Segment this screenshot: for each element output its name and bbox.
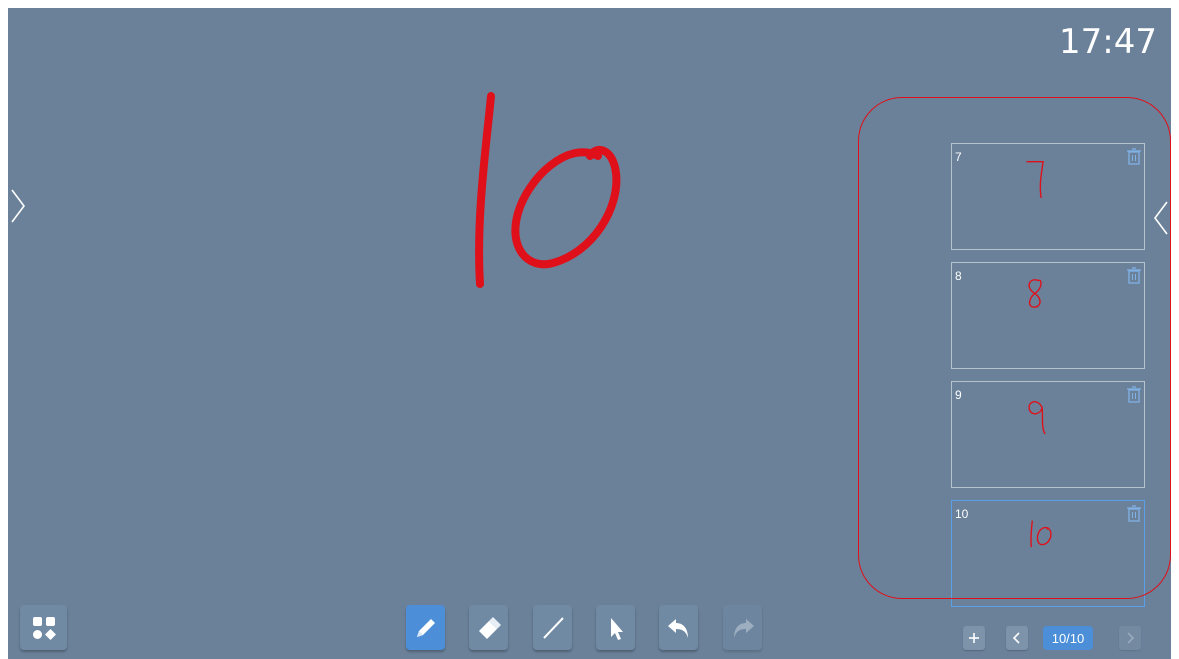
thumbnail-ink	[1030, 520, 1052, 548]
eraser-icon	[478, 616, 501, 639]
whiteboard-screen[interactable]: 17:47 7 8 9 10 10/10	[8, 8, 1171, 659]
apps-menu-button[interactable]	[20, 605, 67, 650]
page-thumbnail-7[interactable]: 7	[951, 143, 1145, 250]
eraser-tool-button[interactable]	[469, 605, 508, 650]
redo-button[interactable]	[723, 605, 762, 650]
collapse-right-panel-arrow-icon[interactable]	[1149, 198, 1171, 238]
line-icon	[542, 616, 564, 639]
thumbnail-ink	[1026, 160, 1044, 199]
expand-left-panel-arrow-icon[interactable]	[8, 186, 30, 226]
next-page-button[interactable]	[1119, 626, 1141, 650]
page-thumbnail-9[interactable]: 9	[951, 381, 1145, 488]
clock-time: 17:47	[1059, 22, 1157, 62]
delete-page-trash-icon[interactable]	[1126, 504, 1142, 522]
chevron-left-icon	[1012, 632, 1020, 644]
plus-icon	[969, 633, 979, 643]
page-thumbnail-8[interactable]: 8	[951, 262, 1145, 369]
previous-page-button[interactable]	[1006, 626, 1028, 650]
thumbnail-ink	[1028, 279, 1042, 308]
delete-page-trash-icon[interactable]	[1126, 385, 1142, 403]
select-tool-button[interactable]	[596, 605, 635, 650]
page-indicator: 10/10	[1043, 626, 1093, 650]
thumbnail-ink	[1028, 401, 1046, 435]
apps-grid-icon	[32, 616, 56, 640]
redo-icon	[733, 618, 754, 638]
page-thumbnail-10[interactable]: 10	[951, 500, 1145, 607]
line-tool-button[interactable]	[533, 605, 572, 650]
add-page-button[interactable]	[963, 626, 985, 650]
delete-page-trash-icon[interactable]	[1126, 147, 1142, 165]
delete-page-trash-icon[interactable]	[1126, 266, 1142, 284]
undo-button[interactable]	[659, 605, 698, 650]
pen-tool-button[interactable]	[406, 605, 445, 650]
chevron-right-icon	[1127, 632, 1135, 644]
cursor-arrow-icon	[610, 617, 623, 640]
undo-icon	[667, 618, 688, 638]
pencil-icon	[416, 618, 435, 637]
